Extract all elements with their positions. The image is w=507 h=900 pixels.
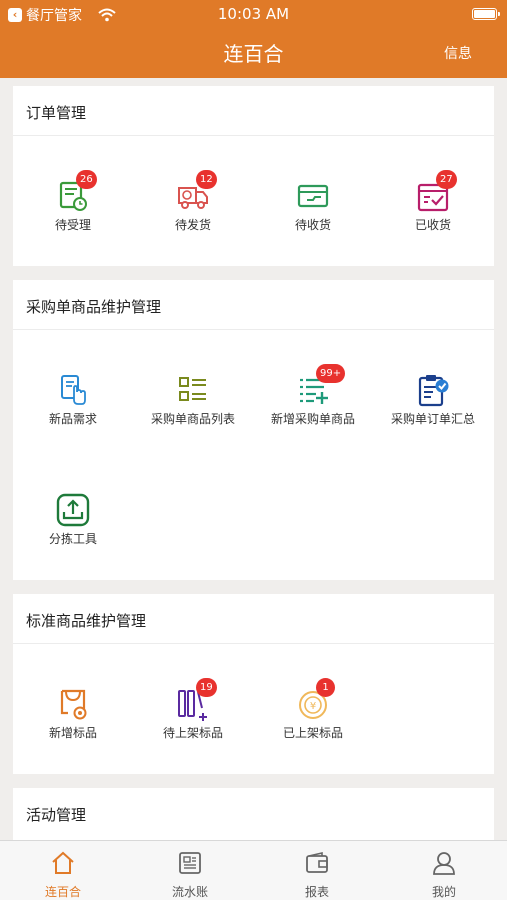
wallet-icon [306, 851, 328, 873]
purchase-order-summary-item[interactable]: 采购单订单汇总 [373, 372, 493, 452]
divider [13, 329, 494, 330]
tab-label: 报表 [304, 885, 329, 899]
tab-label: 流水账 [171, 885, 208, 899]
tab-reports[interactable]: 报表 [254, 841, 380, 900]
pending-accept-item[interactable]: 26 待受理 [13, 170, 133, 258]
item-label: 已收货 [414, 218, 451, 232]
item-label: 已上架标品 [282, 726, 343, 740]
home-icon [52, 851, 74, 874]
tab-bar: 连百合 流水账 报表 我的 [0, 840, 507, 900]
shelved-product-item[interactable]: ¥ 1 已上架标品 [253, 678, 373, 766]
clipboard-check-icon [418, 375, 449, 407]
count-badge: 1 [316, 678, 335, 697]
tab-home[interactable]: 连百合 [0, 841, 126, 900]
item-label: 新增标品 [48, 726, 97, 740]
received-item[interactable]: 27 已收货 [373, 170, 493, 258]
purchase-maintenance-section: 采购单商品维护管理 新品需求 采购单商品列表 99+ 新增采购单商品 采购单订单… [13, 280, 494, 580]
count-badge: 27 [436, 170, 457, 189]
item-label: 新增采购单商品 [270, 412, 355, 426]
app-header: ‹ 餐厅管家 10:03 AM 连百合 信息 [0, 0, 507, 78]
tab-ledger[interactable]: 流水账 [127, 841, 253, 900]
divider [13, 135, 494, 136]
add-standard-product-item[interactable]: 新增标品 [13, 686, 133, 766]
page-title: 连百合 [223, 42, 284, 66]
item-label: 新品需求 [48, 412, 97, 426]
count-badge: 26 [76, 170, 97, 189]
item-label: 采购单商品列表 [150, 412, 235, 426]
order-management-section: 订单管理 26 待受理 12 待发货 待收货 27 已收货 [13, 86, 494, 266]
sorting-tool-item[interactable]: 分拣工具 [13, 492, 133, 572]
battery-icon [472, 8, 500, 20]
pending-receive-item[interactable]: 待收货 [253, 178, 373, 258]
receive-box-icon [297, 184, 329, 208]
section-title: 标准商品维护管理 [26, 612, 147, 630]
standard-product-section: 标准商品维护管理 新增标品 19 待上架标品 ¥ 1 已上架标品 [13, 594, 494, 774]
activity-management-section: 活动管理 [13, 788, 494, 840]
status-bar: ‹ 餐厅管家 10:03 AM [0, 0, 507, 28]
pending-shelf-product-item[interactable]: 19 待上架标品 [133, 678, 253, 766]
item-label: 待收货 [294, 218, 331, 232]
count-badge: 12 [196, 170, 217, 189]
messages-button[interactable]: 信息 [444, 43, 472, 63]
tab-label: 我的 [431, 885, 456, 899]
item-label: 待上架标品 [162, 726, 223, 740]
tab-profile[interactable]: 我的 [381, 841, 507, 900]
sorting-tray-icon [56, 493, 90, 527]
section-title: 活动管理 [26, 806, 87, 824]
item-label: 待发货 [174, 218, 211, 232]
count-badge: 99+ [316, 364, 346, 383]
status-time: 10:03 AM [217, 5, 290, 23]
checklist-icon [179, 377, 206, 401]
pending-ship-item[interactable]: 12 待发货 [133, 170, 253, 258]
new-product-icon [60, 689, 87, 720]
profile-icon [433, 852, 455, 875]
item-label: 采购单订单汇总 [390, 412, 475, 426]
ledger-icon [179, 852, 201, 874]
svg-text:¥: ¥ [310, 701, 316, 712]
purchase-product-list-item[interactable]: 采购单商品列表 [133, 372, 253, 452]
item-label: 待受理 [54, 218, 91, 232]
section-title: 订单管理 [26, 104, 87, 122]
count-badge: 19 [196, 678, 217, 697]
add-purchase-product-item[interactable]: 99+ 新增采购单商品 [253, 364, 373, 452]
new-product-demand-item[interactable]: 新品需求 [13, 372, 133, 452]
item-label: 分拣工具 [48, 532, 97, 546]
hand-document-icon [61, 375, 86, 405]
section-title: 采购单商品维护管理 [26, 298, 162, 316]
tab-label: 连百合 [44, 885, 81, 899]
divider [13, 643, 494, 644]
